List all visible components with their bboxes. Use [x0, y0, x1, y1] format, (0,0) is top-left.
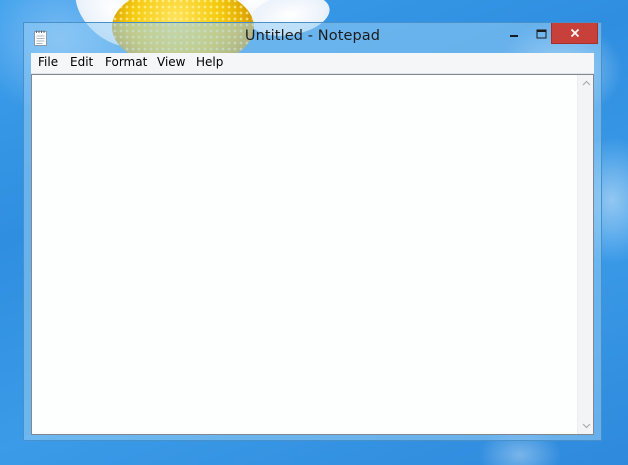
scroll-up-button[interactable] [578, 75, 594, 91]
menu-edit[interactable]: Edit [70, 55, 93, 69]
desktop-wallpaper: Untitled - Notepad File Edit Format View… [0, 0, 628, 465]
chevron-up-icon [582, 80, 590, 86]
minimize-button[interactable] [501, 23, 527, 44]
chevron-down-icon [582, 423, 590, 429]
menu-bar: File Edit Format View Help [31, 53, 594, 74]
close-button[interactable] [551, 23, 598, 44]
title-bar[interactable]: Untitled - Notepad [24, 23, 601, 53]
vertical-scrollbar[interactable] [577, 75, 593, 434]
menu-file[interactable]: File [38, 55, 58, 69]
maximize-icon [536, 29, 547, 38]
scroll-down-button[interactable] [578, 418, 594, 434]
close-icon [570, 28, 579, 38]
menu-help[interactable]: Help [196, 55, 223, 69]
menu-view[interactable]: View [157, 55, 185, 69]
menu-format[interactable]: Format [105, 55, 147, 69]
text-editor[interactable] [32, 75, 577, 434]
notepad-window: Untitled - Notepad File Edit Format View… [23, 22, 602, 441]
minimize-icon [510, 34, 518, 37]
editor-frame [31, 74, 594, 435]
